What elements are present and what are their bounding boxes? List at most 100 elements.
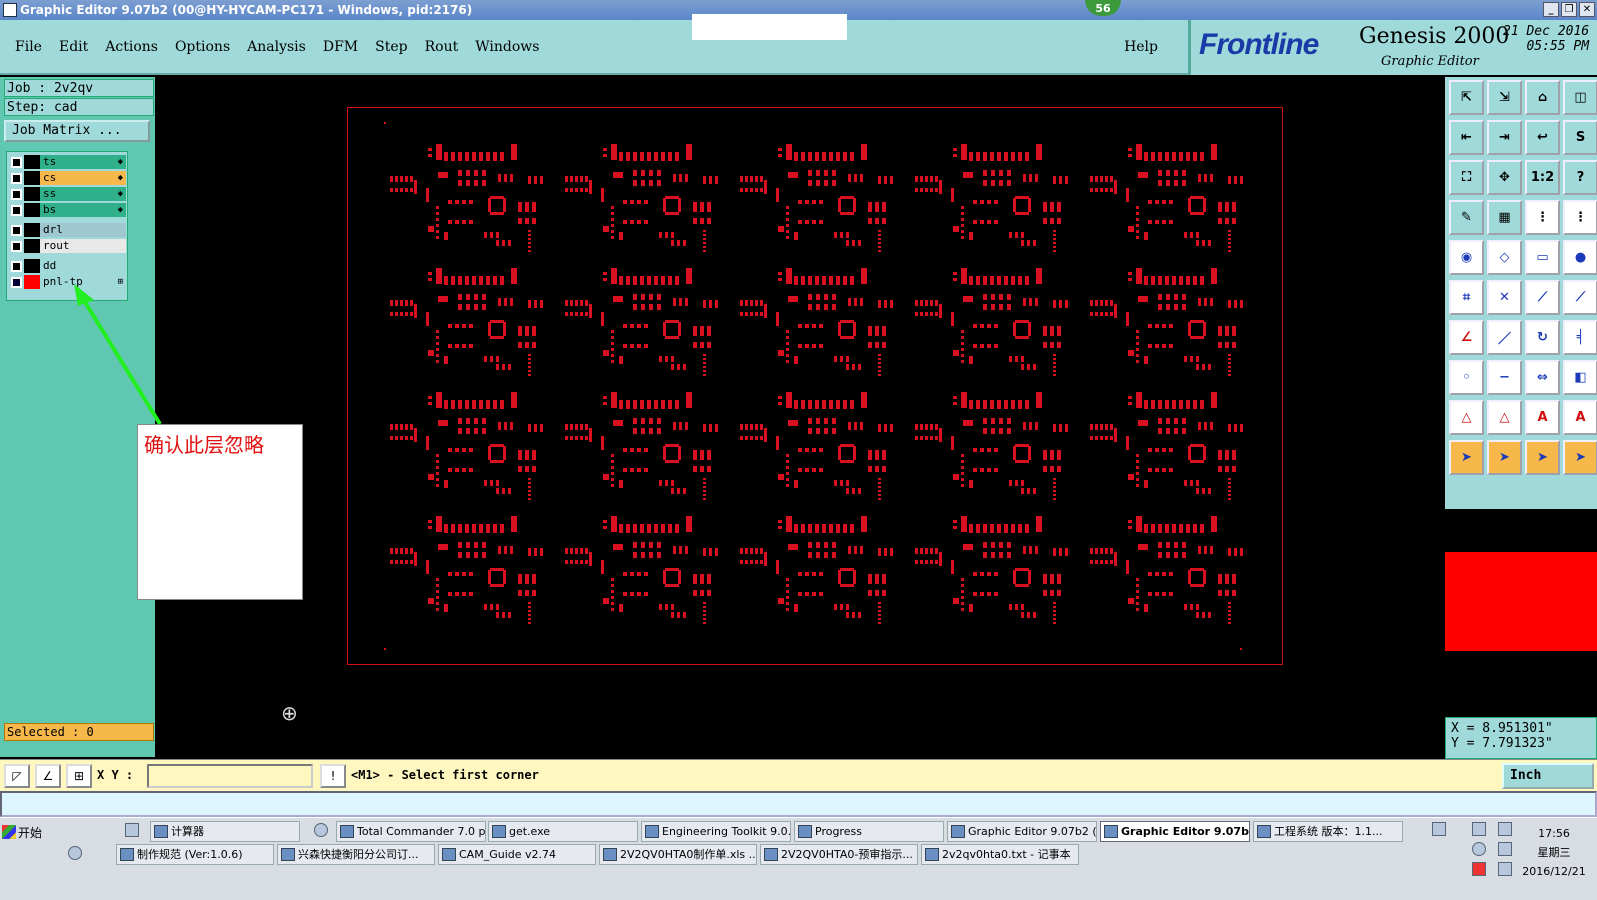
task-xls[interactable]: 2V2QV0HTA0制作单.xls ...: [599, 844, 757, 865]
task-production-spec[interactable]: 制作规范 (Ver:1.0.6): [116, 844, 274, 865]
layer-name[interactable]: ts ◆: [40, 155, 126, 169]
layer-name[interactable]: pnl-tp ⊞: [40, 275, 126, 289]
layer-row-pnl-tp[interactable]: pnl-tp ⊞: [8, 275, 126, 289]
task-review[interactable]: 2V2QV0HTA0-预审指示...: [760, 844, 918, 865]
start-button[interactable]: 开始: [2, 822, 50, 842]
layers-icon[interactable]: ◧: [1563, 360, 1597, 395]
pan-left-icon[interactable]: ⇤: [1449, 120, 1484, 155]
menu-actions[interactable]: Actions: [105, 39, 158, 55]
node-icon[interactable]: ⟋: [1563, 280, 1597, 315]
layer-checkbox[interactable]: [11, 204, 22, 216]
task-total-commander[interactable]: Total Commander 7.0 p...: [336, 821, 486, 842]
task-get-exe[interactable]: get.exe: [488, 821, 638, 842]
layer-checkbox[interactable]: [11, 260, 22, 272]
layer-name[interactable]: ss ◆: [40, 187, 126, 201]
tray-icon[interactable]: [1472, 862, 1486, 876]
layer-name[interactable]: bs ◆: [40, 203, 126, 217]
zoom-back-icon[interactable]: ↩: [1525, 120, 1560, 155]
tray-icon[interactable]: [1498, 862, 1512, 876]
net-red-icon[interactable]: ⋮: [1525, 200, 1560, 235]
layer-checkbox[interactable]: [11, 172, 22, 184]
task-calculator[interactable]: 计算器: [150, 821, 300, 842]
minimize-button[interactable]: _: [1543, 2, 1559, 17]
menu-file[interactable]: File: [15, 39, 42, 55]
menu-dfm[interactable]: DFM: [323, 39, 358, 55]
net-blue-icon[interactable]: ⋮: [1563, 200, 1597, 235]
minus-icon[interactable]: −: [1487, 360, 1522, 395]
camera-icon[interactable]: ◉: [1449, 240, 1484, 275]
ie-icon[interactable]: [314, 823, 328, 837]
help-icon[interactable]: ?: [1563, 160, 1597, 195]
move-node-icon[interactable]: ◦: [1449, 360, 1484, 395]
line-node-icon[interactable]: ⟋: [1525, 280, 1560, 315]
menu-windows[interactable]: Windows: [475, 39, 539, 55]
task-engineering-toolkit[interactable]: Engineering Toolkit 9.0...: [641, 821, 791, 842]
layer-checkbox[interactable]: [11, 156, 22, 168]
layer-checkbox[interactable]: [11, 240, 22, 252]
layer-checkbox[interactable]: [11, 188, 22, 200]
cross-icon[interactable]: ✕: [1487, 280, 1522, 315]
menu-help[interactable]: Help: [1124, 39, 1158, 55]
zoom-fit-icon[interactable]: ⛶: [1449, 160, 1484, 195]
show-desktop-icon[interactable]: [1432, 822, 1446, 836]
angle-mode-icon[interactable]: ∠: [35, 764, 61, 788]
volume-icon[interactable]: [1498, 842, 1512, 856]
triangle-2-icon[interactable]: △: [1487, 400, 1522, 435]
grid-icon[interactable]: ▦: [1487, 200, 1522, 235]
split-view-icon[interactable]: ◫: [1563, 80, 1597, 115]
menu-step[interactable]: Step: [375, 39, 407, 55]
layer-row-cs[interactable]: cs ◆: [8, 171, 126, 185]
quicklaunch-icon[interactable]: [125, 823, 139, 837]
layer-name[interactable]: dd: [40, 259, 126, 273]
panel-out-icon[interactable]: ⇲: [1487, 80, 1522, 115]
ratio-icon[interactable]: 1:2: [1525, 160, 1560, 195]
stretch-icon[interactable]: ⇔: [1525, 360, 1560, 395]
pointer-round-icon[interactable]: ➤: [1525, 440, 1560, 475]
layer-row-rout[interactable]: rout: [8, 239, 126, 253]
restore-button[interactable]: ❐: [1561, 2, 1577, 17]
layer-row-ss[interactable]: ss ◆: [8, 187, 126, 201]
tray-icon[interactable]: [1498, 822, 1512, 836]
snake-icon[interactable]: S: [1563, 120, 1597, 155]
layer-name[interactable]: drl: [40, 223, 126, 237]
layer-name[interactable]: cs ◆: [40, 171, 126, 185]
pointer-multi-icon[interactable]: ➤: [1563, 440, 1597, 475]
triangle-1-icon[interactable]: △: [1449, 400, 1484, 435]
task-graphic-editor-2[interactable]: Graphic Editor 9.07b...: [1100, 821, 1250, 842]
triangle-3-icon[interactable]: A: [1525, 400, 1560, 435]
alert-icon[interactable]: !: [320, 764, 346, 788]
menu-analysis[interactable]: Analysis: [247, 39, 306, 55]
graphic-canvas[interactable]: ⊕: [155, 77, 1445, 759]
layer-row-dd[interactable]: dd: [8, 259, 126, 273]
layer-name[interactable]: rout: [40, 239, 126, 253]
rotate-icon[interactable]: ↻: [1525, 320, 1560, 355]
pointer-icon[interactable]: ➤: [1449, 440, 1484, 475]
job-matrix-button[interactable]: Job Matrix ...: [4, 120, 150, 142]
tray-icon[interactable]: [1472, 842, 1486, 856]
layer-checkbox[interactable]: [11, 276, 22, 288]
layer-row-drl[interactable]: drl: [8, 223, 126, 237]
task-graphic-editor-1[interactable]: Graphic Editor 9.07b2 (...: [947, 821, 1097, 842]
units-button[interactable]: Inch: [1502, 763, 1594, 789]
xy-input[interactable]: [147, 764, 313, 788]
eraser-icon[interactable]: ◇: [1487, 240, 1522, 275]
panel-in-icon[interactable]: ⇱: [1449, 80, 1484, 115]
menu-options[interactable]: Options: [175, 39, 230, 55]
layer-row-ts[interactable]: ts ◆: [8, 155, 126, 169]
tray-icon[interactable]: [1472, 822, 1486, 836]
menu-rout[interactable]: Rout: [425, 39, 459, 55]
grid-snap-icon[interactable]: ⊞: [66, 764, 92, 788]
snap-mode-icon[interactable]: ◸: [4, 764, 30, 788]
zoom-center-icon[interactable]: ✥: [1487, 160, 1522, 195]
task-notepad[interactable]: 2v2qv0hta0.txt - 记事本: [921, 844, 1079, 865]
task-engineering-system[interactable]: 工程系统 版本：1.1...: [1253, 821, 1403, 842]
layer-checkbox[interactable]: [11, 224, 22, 236]
mirror-icon[interactable]: ╡: [1563, 320, 1597, 355]
task-order[interactable]: 兴森快捷衡阳分公司订...: [277, 844, 435, 865]
layer-row-bs[interactable]: bs ◆: [8, 203, 126, 217]
pan-right-icon[interactable]: ⇥: [1487, 120, 1522, 155]
close-button[interactable]: ✕: [1579, 2, 1595, 17]
dot-icon[interactable]: ●: [1563, 240, 1597, 275]
angle-icon[interactable]: ∠: [1449, 320, 1484, 355]
menu-edit[interactable]: Edit: [59, 39, 88, 55]
